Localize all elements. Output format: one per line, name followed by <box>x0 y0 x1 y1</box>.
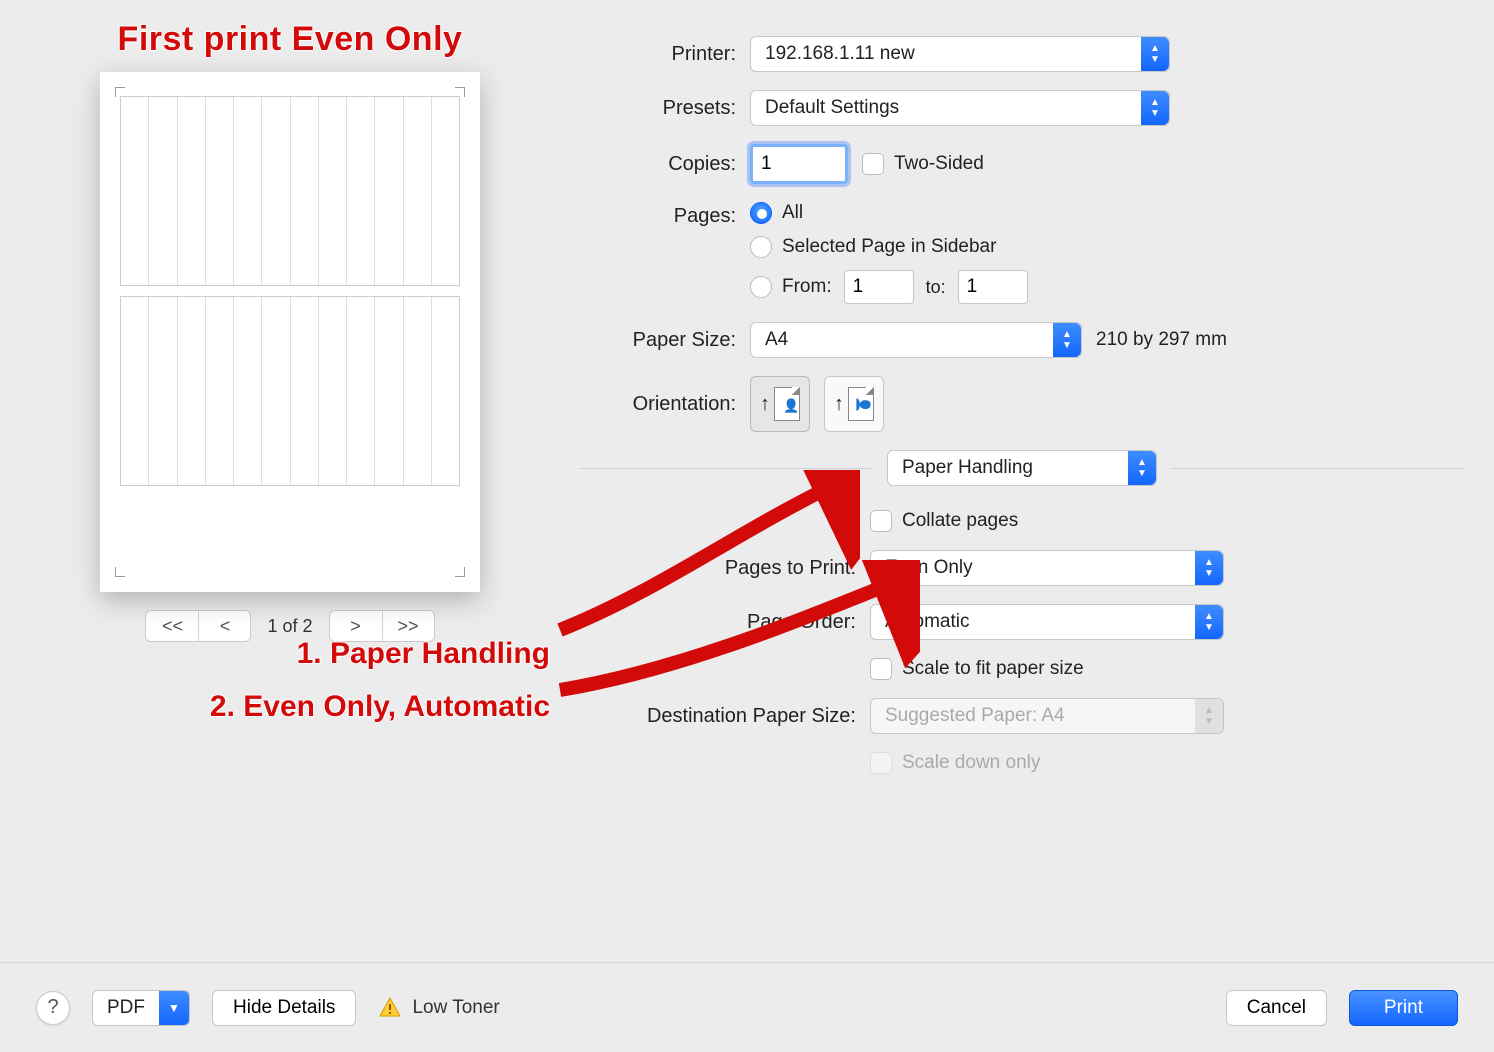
presets-label: Presets: <box>580 97 750 120</box>
cancel-button[interactable]: Cancel <box>1226 990 1327 1026</box>
low-toner-label: Low Toner <box>412 997 499 1019</box>
destpaper-select: Suggested Paper: A4 ▲▼ <box>870 698 1224 734</box>
help-button[interactable]: ? <box>36 991 70 1025</box>
annotation-top: First print Even Only <box>30 20 550 59</box>
section-select-value: Paper Handling <box>902 457 1033 479</box>
radio-icon <box>750 236 772 258</box>
destpaper-value: Suggested Paper: A4 <box>885 705 1065 727</box>
papersize-dimensions: 210 by 297 mm <box>1096 329 1227 351</box>
low-toner-warning: Low Toner <box>378 996 499 1020</box>
print-dialog: First print Even Only << < 1 of 2 > > <box>0 0 1494 1052</box>
print-button[interactable]: Print <box>1349 990 1458 1026</box>
pages-selected-label: Selected Page in Sidebar <box>782 236 996 258</box>
pageorder-label: Page Order: <box>580 611 870 634</box>
section-select[interactable]: Paper Handling ▲▼ <box>887 450 1157 486</box>
form-column: Printer: 192.168.1.11 new ▲▼ Presets: De… <box>580 30 1464 792</box>
pdf-label: PDF <box>93 997 159 1019</box>
warning-icon <box>378 996 402 1020</box>
pageorder-select[interactable]: Automatic ▲▼ <box>870 604 1224 640</box>
checkbox-icon <box>870 752 892 774</box>
orientation-landscape-button[interactable]: ↑ 👤 <box>824 376 884 432</box>
presets-select[interactable]: Default Settings ▲▼ <box>750 90 1170 126</box>
checkbox-icon <box>862 153 884 175</box>
pages-label: Pages: <box>580 202 750 228</box>
updown-icon: ▲▼ <box>1195 699 1223 733</box>
papersize-select[interactable]: A4 ▲▼ <box>750 322 1082 358</box>
annotation-step2: 2. Even Only, Automatic <box>30 681 550 734</box>
two-sided-checkbox[interactable]: Two-Sided <box>862 153 984 175</box>
updown-icon: ▲▼ <box>1141 37 1169 71</box>
pages-all-label: All <box>782 202 803 224</box>
checkbox-icon <box>870 510 892 532</box>
landscape-page-icon: 👤 <box>848 387 874 421</box>
presets-select-value: Default Settings <box>765 97 899 119</box>
bottom-bar: ? PDF ▼ Hide Details Low Toner Cancel Pr… <box>0 962 1494 1052</box>
checkbox-icon <box>870 658 892 680</box>
preview-column: First print Even Only << < 1 of 2 > > <box>30 30 550 792</box>
orientation-label: Orientation: <box>580 393 750 416</box>
pdf-dropdown-button[interactable]: PDF ▼ <box>92 990 190 1026</box>
printer-label: Printer: <box>580 43 750 66</box>
pageorder-value: Automatic <box>885 611 969 633</box>
pages-from-radio[interactable]: From: <box>750 276 832 298</box>
updown-icon: ▲▼ <box>1195 551 1223 585</box>
updown-icon: ▲▼ <box>1128 451 1156 485</box>
annotation-step1: 1. Paper Handling <box>30 628 550 681</box>
print-preview-page <box>100 72 480 592</box>
destpaper-label: Destination Paper Size: <box>580 705 870 728</box>
copies-label: Copies: <box>580 153 750 176</box>
collate-label: Collate pages <box>902 510 1018 532</box>
updown-icon: ▲▼ <box>1141 91 1169 125</box>
annotation-steps: 1. Paper Handling 2. Even Only, Automati… <box>30 628 550 733</box>
papersize-select-value: A4 <box>765 329 788 351</box>
collate-checkbox[interactable]: Collate pages <box>870 510 1018 532</box>
pages-from-input[interactable] <box>844 270 914 304</box>
scalefit-label: Scale to fit paper size <box>902 658 1084 680</box>
hide-details-button[interactable]: Hide Details <box>212 990 356 1026</box>
updown-icon: ▲▼ <box>1195 605 1223 639</box>
pages-all-radio[interactable]: All <box>750 202 1028 224</box>
papersize-label: Paper Size: <box>580 329 750 352</box>
pages-from-label: From: <box>782 276 832 298</box>
scalefit-checkbox[interactable]: Scale to fit paper size <box>870 658 1084 680</box>
copies-input[interactable] <box>750 144 848 184</box>
section-divider: Paper Handling ▲▼ <box>580 450 1464 486</box>
updown-icon: ▲▼ <box>1053 323 1081 357</box>
two-sided-label: Two-Sided <box>894 153 984 175</box>
pages-to-input[interactable] <box>958 270 1028 304</box>
pages-to-label: to: <box>926 277 946 298</box>
radio-icon <box>750 276 772 298</box>
pagestoprint-select[interactable]: Even Only ▲▼ <box>870 550 1224 586</box>
printer-select-value: 192.168.1.11 new <box>765 43 915 65</box>
orientation-portrait-button[interactable]: ↑ 👤 <box>750 376 810 432</box>
radio-icon <box>750 202 772 224</box>
dialog-content: First print Even Only << < 1 of 2 > > <box>0 0 1494 792</box>
chevron-down-icon: ▼ <box>159 991 189 1025</box>
pagestoprint-value: Even Only <box>885 557 973 579</box>
printer-select[interactable]: 192.168.1.11 new ▲▼ <box>750 36 1170 72</box>
scaledown-checkbox: Scale down only <box>870 752 1040 774</box>
pages-radio-group: All Selected Page in Sidebar From: <box>750 202 1028 304</box>
scaledown-label: Scale down only <box>902 752 1040 774</box>
pagestoprint-label: Pages to Print: <box>580 557 870 580</box>
portrait-page-icon: 👤 <box>774 387 800 421</box>
pages-selected-radio[interactable]: Selected Page in Sidebar <box>750 236 1028 258</box>
